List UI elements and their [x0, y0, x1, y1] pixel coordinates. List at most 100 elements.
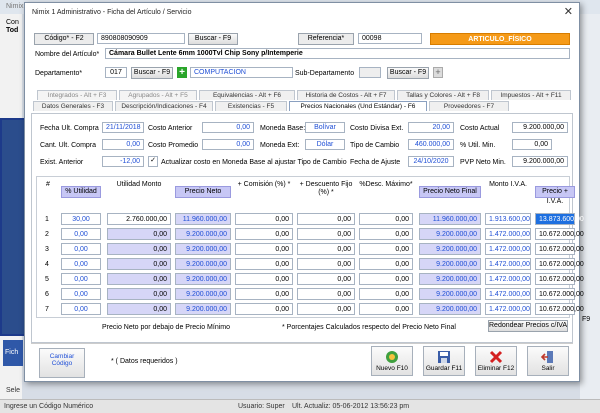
table-cell-desc-maximo[interactable]: 0,00 — [359, 273, 413, 285]
departamento-code-field[interactable]: 017 — [105, 67, 127, 78]
table-cell-monto-iva[interactable]: 1.913.600,00 — [485, 213, 531, 225]
table-cell-precio-iva[interactable]: 10.672.000,00 — [535, 228, 584, 240]
table-cell-precio-neto-final[interactable]: 9.200.000,00 — [419, 303, 481, 315]
table-cell-comision[interactable]: 0,00 — [235, 288, 293, 300]
tab-existencias[interactable]: Existencias - F5 — [215, 101, 287, 111]
table-cell-utilidad-pct[interactable]: 0,00 — [61, 243, 101, 255]
table-cell-utilidad-pct[interactable]: 0,00 — [61, 258, 101, 270]
nuevo-button[interactable]: Nuevo F10 — [371, 346, 413, 376]
table-cell-descuento-fijo[interactable]: 0,00 — [297, 288, 355, 300]
costo-promedio-field[interactable]: 0,00 — [202, 139, 254, 150]
table-cell-comision[interactable]: 0,00 — [235, 228, 293, 240]
table-cell-monto-iva[interactable]: 1.472.000,00 — [485, 288, 531, 300]
table-cell-precio-iva[interactable]: 10.672.000,00 — [535, 303, 584, 315]
table-cell-utilidad-pct[interactable]: 0,00 — [61, 228, 101, 240]
table-cell-precio-neto-final[interactable]: 9.200.000,00 — [419, 228, 481, 240]
table-cell-precio-neto[interactable]: 9.200.000,00 — [175, 303, 231, 315]
table-cell-precio-iva[interactable]: 10.672.000,00 — [535, 258, 584, 270]
table-cell-desc-maximo[interactable]: 0,00 — [359, 288, 413, 300]
table-cell-precio-neto[interactable]: 11.960.000,00 — [175, 213, 231, 225]
table-cell-desc-maximo[interactable]: 0,00 — [359, 303, 413, 315]
table-cell-utilidad-monto[interactable]: 0,00 — [107, 258, 171, 270]
close-icon[interactable]: ✕ — [564, 7, 573, 18]
subdepartamento-code-field[interactable] — [359, 67, 381, 78]
table-cell-comision[interactable]: 0,00 — [235, 258, 293, 270]
codigo-field[interactable]: 890808090909 — [97, 33, 185, 44]
actualizar-checkbox[interactable]: ✓ — [148, 156, 158, 167]
table-cell-utilidad-monto[interactable]: 2.760.000,00 — [107, 213, 171, 225]
cambiar-codigo-button[interactable]: Cambiar Código — [39, 348, 85, 378]
departamento-buscar-button[interactable]: Buscar - F9 — [131, 67, 173, 79]
table-cell-utilidad-monto[interactable]: 0,00 — [107, 228, 171, 240]
costo-actual-field[interactable]: 9.200.000,00 — [512, 122, 568, 133]
table-cell-descuento-fijo[interactable]: 0,00 — [297, 243, 355, 255]
table-cell-monto-iva[interactable]: 1.472.000,00 — [485, 243, 531, 255]
table-cell-descuento-fijo[interactable]: 0,00 — [297, 228, 355, 240]
table-cell-desc-maximo[interactable]: 0,00 — [359, 258, 413, 270]
table-cell-utilidad-pct[interactable]: 30,00 — [61, 213, 101, 225]
table-cell-utilidad-monto[interactable]: 0,00 — [107, 243, 171, 255]
guardar-button[interactable]: Guardar F11 — [423, 346, 465, 376]
tipo-cambio-field[interactable]: 460.000,00 — [408, 139, 454, 150]
table-cell-precio-neto-final[interactable]: 9.200.000,00 — [419, 258, 481, 270]
table-cell-descuento-fijo[interactable]: 0,00 — [297, 273, 355, 285]
table-cell-desc-maximo[interactable]: 0,00 — [359, 213, 413, 225]
table-cell-desc-maximo[interactable]: 0,00 — [359, 243, 413, 255]
subdepartamento-buscar-button[interactable]: Buscar - F9 — [387, 67, 429, 79]
table-cell-precio-iva[interactable]: 10.672.000,00 — [535, 243, 584, 255]
table-cell-precio-neto-final[interactable]: 9.200.000,00 — [419, 243, 481, 255]
table-cell-comision[interactable]: 0,00 — [235, 303, 293, 315]
pvp-neto-min-field[interactable]: 9.200.000,00 — [512, 156, 568, 167]
table-cell-desc-maximo[interactable]: 0,00 — [359, 228, 413, 240]
tab-descripcion[interactable]: Descripción/Indicaciones - F4 — [115, 101, 213, 111]
table-cell-precio-iva[interactable]: 13.873.600,00 — [535, 213, 584, 225]
table-cell-precio-neto[interactable]: 9.200.000,00 — [175, 288, 231, 300]
eliminar-button[interactable]: Eliminar F12 — [475, 346, 517, 376]
table-cell-precio-neto-final[interactable]: 9.200.000,00 — [419, 273, 481, 285]
table-cell-monto-iva[interactable]: 1.472.000,00 — [485, 228, 531, 240]
table-cell-comision[interactable]: 0,00 — [235, 273, 293, 285]
tab-precios-nacionales[interactable]: Precios Nacionales (Und Estándar) - F6 — [289, 101, 427, 111]
tab-impuestos[interactable]: Impuestos - Alt + F11 — [491, 90, 571, 100]
cant-ult-compra-field[interactable]: 0,00 — [102, 139, 144, 150]
tab-proveedores[interactable]: Proveedores - F7 — [429, 101, 509, 111]
background-ficha-button[interactable]: Fich — [3, 340, 23, 366]
table-cell-utilidad-monto[interactable]: 0,00 — [107, 273, 171, 285]
table-cell-precio-neto-final[interactable]: 11.960.000,00 — [419, 213, 481, 225]
table-cell-precio-neto[interactable]: 9.200.000,00 — [175, 258, 231, 270]
tab-integrados[interactable]: Integrados - Alt + F3 — [37, 90, 117, 100]
costo-divisa-field[interactable]: 20,00 — [408, 122, 454, 133]
tab-agrupados[interactable]: Agrupados - Alt + F5 — [119, 90, 197, 100]
table-cell-utilidad-monto[interactable]: 0,00 — [107, 288, 171, 300]
tab-datos-generales[interactable]: Datos Generales - F3 — [33, 101, 113, 111]
add-departamento-icon[interactable]: + — [177, 67, 187, 78]
codigo-buscar-button[interactable]: Buscar - F9 — [188, 33, 238, 45]
table-cell-monto-iva[interactable]: 1.472.000,00 — [485, 258, 531, 270]
table-cell-descuento-fijo[interactable]: 0,00 — [297, 303, 355, 315]
table-cell-utilidad-pct[interactable]: 0,00 — [61, 288, 101, 300]
table-cell-monto-iva[interactable]: 1.472.000,00 — [485, 303, 531, 315]
table-cell-precio-neto[interactable]: 9.200.000,00 — [175, 243, 231, 255]
moneda-base-field[interactable]: Bolívar — [305, 122, 345, 133]
table-cell-descuento-fijo[interactable]: 0,00 — [297, 258, 355, 270]
table-cell-monto-iva[interactable]: 1.472.000,00 — [485, 273, 531, 285]
nombre-field[interactable]: Cámara Bullet Lente 6mm 1000Tvl Chip Son… — [105, 48, 570, 59]
table-cell-utilidad-monto[interactable]: 0,00 — [107, 303, 171, 315]
table-cell-precio-neto-final[interactable]: 9.200.000,00 — [419, 288, 481, 300]
referencia-field[interactable]: 00098 — [358, 33, 422, 44]
table-cell-utilidad-pct[interactable]: 0,00 — [61, 303, 101, 315]
table-cell-descuento-fijo[interactable]: 0,00 — [297, 213, 355, 225]
salir-button[interactable]: Salir — [527, 346, 569, 376]
exist-anterior-field[interactable]: -12,00 — [102, 156, 144, 167]
table-cell-comision[interactable]: 0,00 — [235, 213, 293, 225]
fecha-ajuste-field[interactable]: 24/10/2020 — [408, 156, 454, 167]
redondear-precios-button[interactable]: Redondear Precios c/IVA — [488, 320, 568, 332]
tab-tallas-colores[interactable]: Tallas y Colores - Alt + F8 — [397, 90, 489, 100]
table-cell-precio-neto[interactable]: 9.200.000,00 — [175, 273, 231, 285]
fecha-ult-compra-field[interactable]: 21/11/2018 — [102, 122, 144, 133]
table-cell-comision[interactable]: 0,00 — [235, 243, 293, 255]
tab-equivalencias[interactable]: Equivalencias - Alt + F6 — [199, 90, 295, 100]
table-cell-precio-iva[interactable]: 10.672.000,00 — [535, 288, 584, 300]
tab-historia-costos[interactable]: Historia de Costos - Alt + F7 — [297, 90, 395, 100]
add-subdepartamento-icon[interactable]: + — [433, 67, 443, 78]
